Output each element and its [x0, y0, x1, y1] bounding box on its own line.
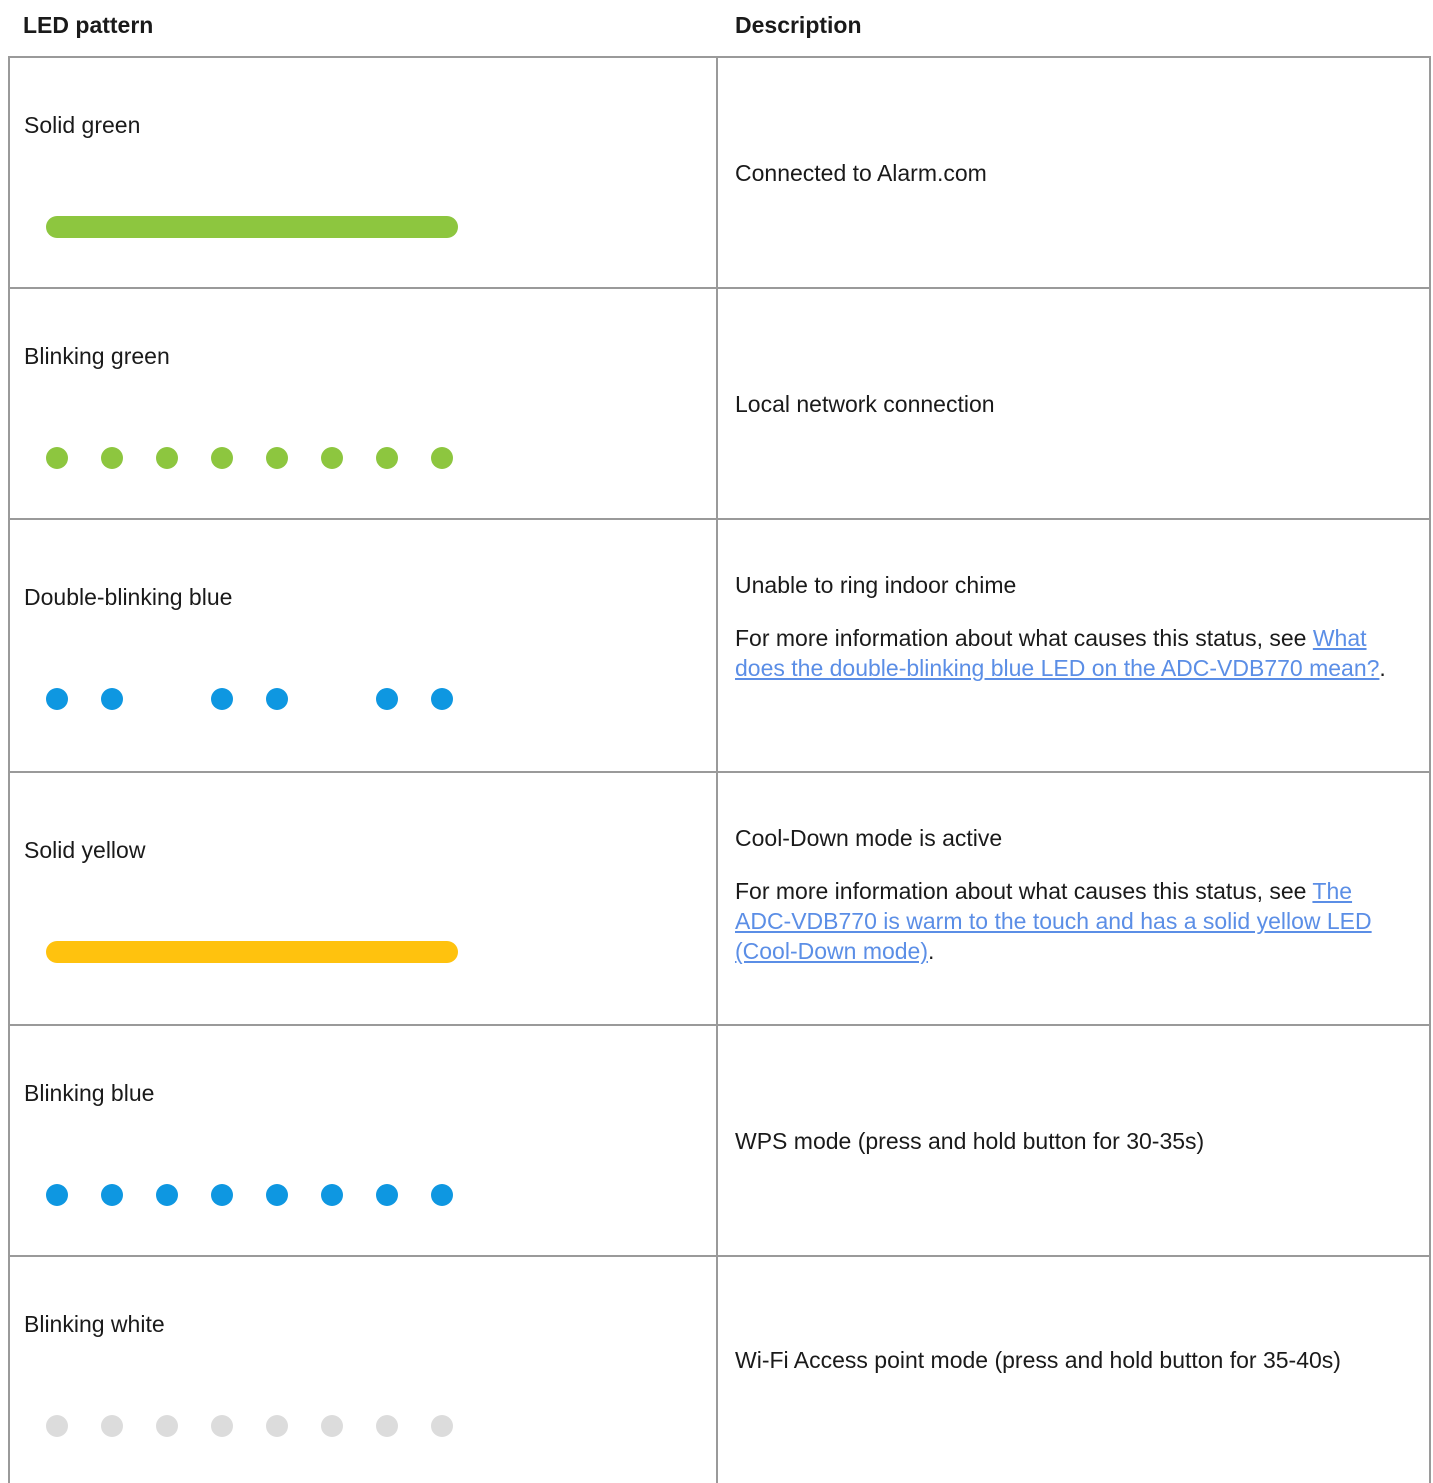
led-double-blink-dots	[46, 688, 460, 710]
description-text-block: Cool-Down mode is active For more inform…	[735, 823, 1399, 966]
description-text-block: Wi-Fi Access point mode (press and hold …	[735, 1345, 1399, 1375]
green-led-dot	[376, 447, 398, 469]
more-info-prefix: For more information about what causes t…	[735, 878, 1313, 904]
table-row: Solid green Connected to Alarm.com	[8, 56, 1431, 289]
more-info-suffix: .	[1379, 655, 1386, 681]
pattern-label: Blinking white	[24, 1311, 165, 1337]
blue-led-dot	[211, 1184, 233, 1206]
table-row: Blinking blue WPS mode (press and hold b…	[8, 1024, 1431, 1257]
blue-led-dot	[266, 688, 288, 710]
blue-led-dot	[46, 688, 68, 710]
pattern-cell: Double-blinking blue	[8, 518, 718, 773]
led-blink-dots	[46, 447, 460, 469]
blue-led-dot	[101, 1184, 123, 1206]
description-cell: Wi-Fi Access point mode (press and hold …	[716, 1255, 1431, 1483]
led-pattern-table: Solid green Connected to Alarm.com Blink…	[8, 56, 1431, 1483]
description-cell: Unable to ring indoor chime For more inf…	[716, 518, 1431, 773]
led-pattern-header: LED pattern	[23, 12, 154, 38]
pattern-cell: Solid green	[8, 56, 718, 289]
table-row: Blinking green Local network connection	[8, 287, 1431, 520]
green-led-dot	[266, 447, 288, 469]
table-row: Blinking white Wi-Fi Access point mode (…	[8, 1255, 1431, 1483]
led-solid-bar	[46, 216, 460, 238]
green-led-dot	[321, 447, 343, 469]
blue-led-dot	[211, 688, 233, 710]
table-row: Solid yellow Cool-Down mode is active Fo…	[8, 771, 1431, 1026]
led-blink-dots	[46, 1415, 460, 1437]
pattern-label: Solid green	[24, 112, 141, 138]
more-info-prefix: For more information about what causes t…	[735, 625, 1313, 651]
description-text: Cool-Down mode is active	[735, 825, 1003, 851]
description-text: Unable to ring indoor chime	[735, 572, 1017, 598]
table-row: Double-blinking blue Unable to ring indo…	[8, 518, 1431, 773]
blue-led-dot	[101, 688, 123, 710]
pattern-cell: Blinking green	[8, 287, 718, 520]
description-text-block: Unable to ring indoor chime For more inf…	[735, 570, 1399, 683]
blue-led-dot	[321, 1184, 343, 1206]
green-led-dot	[101, 447, 123, 469]
blue-led-dot	[431, 688, 453, 710]
description-text-block: WPS mode (press and hold button for 30-3…	[735, 1126, 1399, 1156]
blue-led-dot	[376, 688, 398, 710]
white-led-dot	[156, 1415, 178, 1437]
pattern-cell: Solid yellow	[8, 771, 718, 1026]
white-led-dot	[266, 1415, 288, 1437]
green-led-dot	[211, 447, 233, 469]
white-led-dot	[321, 1415, 343, 1437]
blue-led-dot	[266, 1184, 288, 1206]
pattern-label: Blinking blue	[24, 1080, 155, 1106]
white-led-dot	[101, 1415, 123, 1437]
white-led-dot	[431, 1415, 453, 1437]
description-cell: Local network connection	[716, 287, 1431, 520]
pattern-label: Blinking green	[24, 343, 170, 369]
description-cell: WPS mode (press and hold button for 30-3…	[716, 1024, 1431, 1257]
white-led-dot	[46, 1415, 68, 1437]
description-text-block: Connected to Alarm.com	[735, 158, 1399, 188]
white-led-dot	[211, 1415, 233, 1437]
pattern-cell: Blinking white	[8, 1255, 718, 1483]
more-info-suffix: .	[928, 938, 935, 964]
green-led-bar	[46, 216, 458, 238]
yellow-led-bar	[46, 941, 458, 963]
green-led-dot	[431, 447, 453, 469]
green-led-dot	[46, 447, 68, 469]
led-blink-dots	[46, 1184, 460, 1206]
more-info-text: For more information about what causes t…	[735, 623, 1399, 683]
blue-led-dot	[431, 1184, 453, 1206]
description-text: Wi-Fi Access point mode (press and hold …	[735, 1347, 1341, 1373]
white-led-dot	[376, 1415, 398, 1437]
description-text: Connected to Alarm.com	[735, 160, 987, 186]
description-cell: Connected to Alarm.com	[716, 56, 1431, 289]
pattern-cell: Blinking blue	[8, 1024, 718, 1257]
green-led-dot	[156, 447, 178, 469]
led-solid-bar	[46, 941, 460, 963]
description-text: Local network connection	[735, 391, 995, 417]
description-cell: Cool-Down mode is active For more inform…	[716, 771, 1431, 1026]
description-text-block: Local network connection	[735, 389, 1399, 419]
more-info-text: For more information about what causes t…	[735, 876, 1399, 966]
pattern-label: Double-blinking blue	[24, 584, 233, 610]
blue-led-dot	[376, 1184, 398, 1206]
blue-led-dot	[156, 1184, 178, 1206]
description-header: Description	[735, 12, 862, 38]
pattern-label: Solid yellow	[24, 837, 146, 863]
blue-led-dot	[46, 1184, 68, 1206]
description-text: WPS mode (press and hold button for 30-3…	[735, 1128, 1205, 1154]
